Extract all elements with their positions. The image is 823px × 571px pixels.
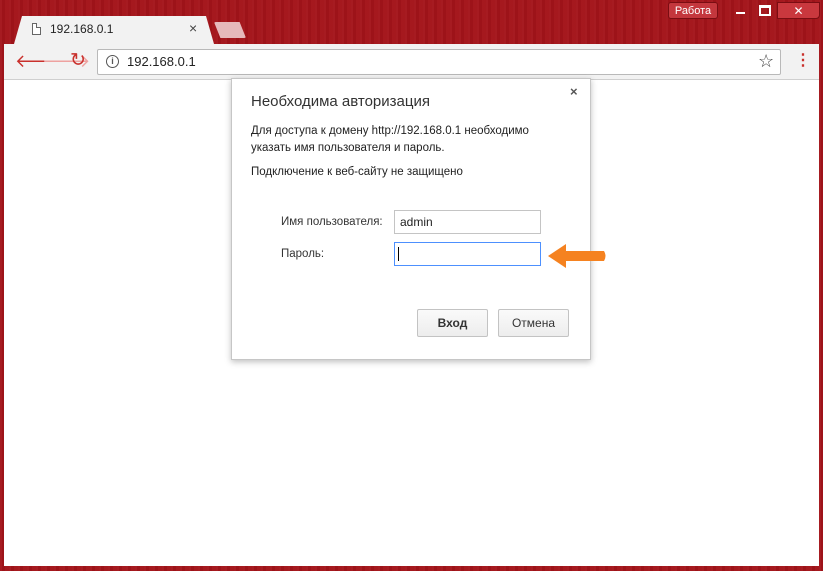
minimize-icon (735, 11, 745, 14)
pointer-arrow-icon (548, 244, 606, 268)
window-close-button[interactable]: ✕ (777, 2, 820, 19)
security-note: Подключение к веб-сайту не защищено (251, 166, 463, 178)
tab-title: 192.168.0.1 (50, 22, 114, 36)
profile-button[interactable]: Работа (668, 2, 718, 19)
new-tab-button[interactable] (214, 22, 246, 38)
username-input[interactable] (394, 210, 541, 234)
login-button[interactable]: Вход (417, 309, 488, 337)
url-text[interactable]: 192.168.0.1 (127, 54, 196, 69)
kebab-menu-icon[interactable]: ⋮ (795, 52, 811, 70)
maximize-icon (759, 5, 771, 17)
tab-close-icon[interactable]: × (189, 20, 197, 36)
document-icon (32, 23, 41, 35)
reload-icon[interactable]: ↻ (70, 51, 86, 71)
minimize-button[interactable] (727, 2, 753, 19)
text-cursor (398, 247, 399, 261)
password-label: Пароль: (281, 248, 325, 260)
address-bar[interactable] (97, 49, 781, 75)
info-icon[interactable]: i (106, 55, 119, 68)
dialog-message-line2: указать имя пользователя и пароль. (251, 142, 445, 154)
cancel-button[interactable]: Отмена (498, 309, 569, 337)
dialog-close-icon[interactable]: × (570, 84, 578, 99)
maximize-button[interactable] (752, 2, 778, 19)
dialog-message-line1: Для доступа к домену http://192.168.0.1 … (251, 125, 529, 137)
star-icon[interactable]: ☆ (758, 51, 774, 71)
dialog-title: Необходима авторизация (251, 93, 430, 110)
active-tab[interactable] (14, 16, 214, 44)
password-input[interactable] (394, 242, 541, 266)
username-label: Имя пользователя: (281, 216, 383, 228)
